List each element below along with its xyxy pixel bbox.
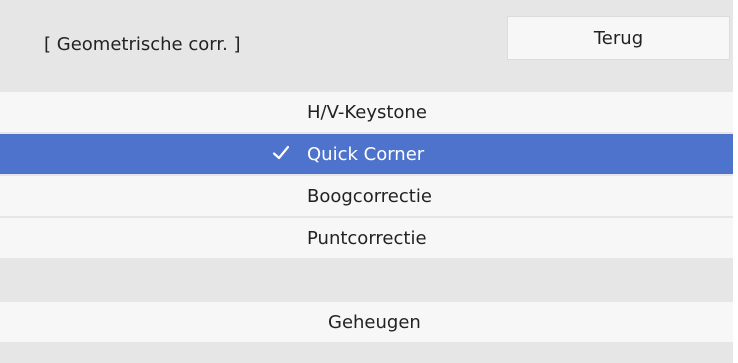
menu-item-geheugen[interactable]: Geheugen — [0, 302, 733, 342]
menu-list: H/V-Keystone Quick Corner Boogcorrectie … — [0, 92, 733, 344]
menu-item-boogcorrectie[interactable]: Boogcorrectie — [0, 176, 733, 216]
panel-header: [ Geometrische corr. ] Terug — [0, 0, 733, 90]
menu-item-label: Geheugen — [328, 312, 421, 333]
menu-item-hv-keystone[interactable]: H/V-Keystone — [0, 92, 733, 132]
check-icon — [272, 145, 290, 160]
menu-item-label: H/V-Keystone — [307, 102, 427, 123]
menu-panel: [ Geometrische corr. ] Terug H/V-Keyston… — [0, 0, 733, 363]
bottom-strip — [0, 348, 733, 363]
menu-spacer — [0, 260, 733, 300]
menu-item-label: Boogcorrectie — [307, 186, 432, 207]
back-button[interactable]: Terug — [507, 16, 730, 60]
menu-item-label: Puntcorrectie — [307, 228, 427, 249]
page-title: [ Geometrische corr. ] — [44, 34, 241, 55]
menu-item-puntcorrectie[interactable]: Puntcorrectie — [0, 218, 733, 258]
menu-item-quick-corner[interactable]: Quick Corner — [0, 134, 733, 174]
menu-item-label: Quick Corner — [307, 144, 425, 165]
